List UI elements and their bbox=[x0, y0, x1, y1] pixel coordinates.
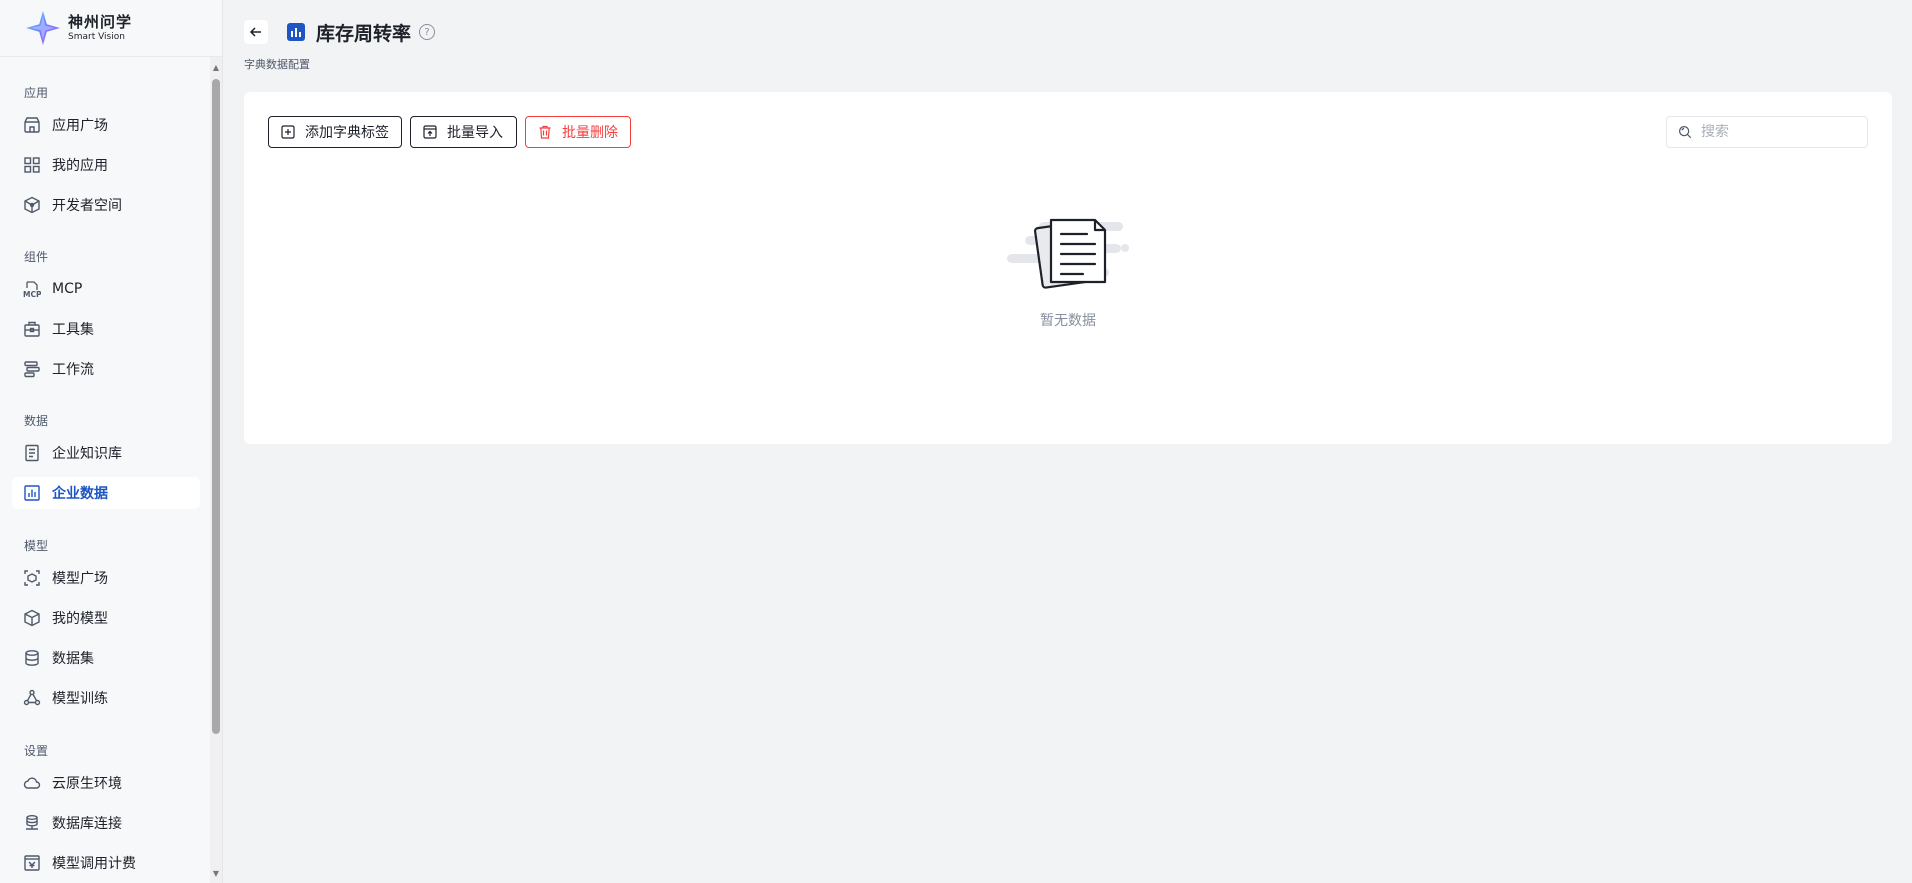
sidebar-item-label: 模型调用计费 bbox=[52, 856, 136, 872]
sidebar-scrollbar[interactable]: ▲ ▼ bbox=[210, 57, 222, 883]
mcp-icon: MCP bbox=[23, 280, 41, 298]
search-box[interactable] bbox=[1666, 116, 1868, 148]
nav-section-components: 组件 bbox=[24, 250, 49, 264]
svg-text:MCP: MCP bbox=[23, 290, 41, 298]
scroll-down-arrow-icon[interactable]: ▼ bbox=[212, 869, 220, 879]
search-icon bbox=[1677, 124, 1693, 140]
sidebar-item-label: 模型训练 bbox=[52, 691, 108, 707]
sidebar-item-toolset[interactable]: 工具集 bbox=[12, 313, 200, 345]
sidebar-item-workflow[interactable]: 工作流 bbox=[12, 353, 200, 385]
main-content: 库存周转率 ? 字典数据配置 添加字典标签 批量导入 批量删除 搜索 暂无数据 bbox=[224, 0, 1912, 883]
toolbox-icon bbox=[23, 320, 41, 338]
sidebar-item-label: 我的应用 bbox=[52, 158, 108, 174]
batch-import-button[interactable]: 批量导入 bbox=[410, 116, 517, 148]
nav-section-settings: 设置 bbox=[24, 744, 49, 758]
nav-section-apps: 应用 bbox=[24, 86, 49, 100]
bar-chart-title-icon bbox=[287, 23, 305, 41]
brand-diamond-icon bbox=[25, 10, 61, 46]
import-icon bbox=[423, 125, 437, 139]
box-icon bbox=[23, 609, 41, 627]
cube-network-icon bbox=[23, 196, 41, 214]
sidebar-item-label: 应用广场 bbox=[52, 118, 108, 134]
sidebar-item-label: 数据库连接 bbox=[52, 816, 122, 832]
sidebar-item-datasets[interactable]: 数据集 bbox=[12, 642, 200, 674]
sidebar-item-billing[interactable]: 模型调用计费 bbox=[12, 847, 200, 879]
plus-square-icon bbox=[281, 125, 295, 139]
help-icon[interactable]: ? bbox=[419, 24, 435, 40]
sidebar-item-enterprise-data[interactable]: 企业数据 bbox=[12, 477, 200, 509]
training-icon bbox=[23, 689, 41, 707]
empty-state-text: 暂无数据 bbox=[1040, 313, 1096, 329]
sidebar-item-label: 企业知识库 bbox=[52, 446, 122, 462]
database-icon bbox=[23, 649, 41, 667]
sidebar-nav: 应用 应用广场 我的应用 开发者空间 组件 MCP MCP 工具集 工作流 数据… bbox=[0, 57, 210, 883]
add-dictionary-tag-button[interactable]: 添加字典标签 bbox=[268, 116, 402, 148]
page-subtitle: 字典数据配置 bbox=[244, 58, 310, 71]
sidebar-item-app-store[interactable]: 应用广场 bbox=[12, 109, 200, 141]
nav-section-models: 模型 bbox=[24, 539, 49, 553]
sidebar-item-dev-space[interactable]: 开发者空间 bbox=[12, 189, 200, 221]
sidebar-item-label: 数据集 bbox=[52, 651, 94, 667]
content-card: 添加字典标签 批量导入 批量删除 搜索 暂无数据 bbox=[244, 92, 1892, 444]
model-scan-icon bbox=[23, 569, 41, 587]
store-icon bbox=[23, 116, 41, 134]
empty-state: 暂无数据 bbox=[244, 212, 1892, 330]
sidebar-item-db-connection[interactable]: 数据库连接 bbox=[12, 807, 200, 839]
sidebar-item-my-models[interactable]: 我的模型 bbox=[12, 602, 200, 634]
sidebar-item-label: 工作流 bbox=[52, 362, 94, 378]
arrow-left-icon bbox=[249, 27, 261, 37]
sidebar: 神州问学 Smart Vision 应用 应用广场 我的应用 开发者空间 组件 bbox=[0, 0, 223, 883]
sidebar-item-model-store[interactable]: 模型广场 bbox=[12, 562, 200, 594]
empty-document-icon bbox=[1007, 218, 1129, 289]
knowledge-base-icon bbox=[23, 444, 41, 462]
search-input[interactable] bbox=[1701, 124, 1861, 140]
add-dictionary-tag-label: 添加字典标签 bbox=[305, 125, 389, 141]
sidebar-item-label: 云原生环境 bbox=[52, 776, 122, 792]
batch-import-label: 批量导入 bbox=[447, 125, 503, 141]
sidebar-item-mcp[interactable]: MCP MCP bbox=[12, 273, 200, 305]
batch-delete-button[interactable]: 批量删除 bbox=[525, 116, 631, 148]
sidebar-item-label: 我的模型 bbox=[52, 611, 108, 627]
page-title: 库存周转率 bbox=[316, 23, 412, 45]
scrollbar-thumb[interactable] bbox=[212, 79, 220, 734]
sidebar-item-knowledge-base[interactable]: 企业知识库 bbox=[12, 437, 200, 469]
sidebar-item-cloud-env[interactable]: 云原生环境 bbox=[12, 767, 200, 799]
database-connect-icon bbox=[23, 814, 41, 832]
sidebar-item-label: MCP bbox=[52, 281, 83, 297]
sidebar-item-model-training[interactable]: 模型训练 bbox=[12, 682, 200, 714]
bar-chart-icon bbox=[23, 484, 41, 502]
brand-logo[interactable]: 神州问学 Smart Vision bbox=[24, 10, 132, 46]
sidebar-item-my-apps[interactable]: 我的应用 bbox=[12, 149, 200, 181]
trash-icon bbox=[538, 125, 552, 139]
scroll-up-arrow-icon[interactable]: ▲ bbox=[212, 63, 220, 73]
back-button[interactable] bbox=[244, 20, 268, 44]
sidebar-item-label: 模型广场 bbox=[52, 571, 108, 587]
billing-icon bbox=[23, 854, 41, 872]
brand-name-en: Smart Vision bbox=[68, 31, 125, 42]
nav-section-data: 数据 bbox=[24, 414, 49, 428]
batch-delete-label: 批量删除 bbox=[562, 125, 618, 141]
brand-name: 神州问学 bbox=[68, 12, 133, 31]
sidebar-item-label: 企业数据 bbox=[52, 486, 108, 502]
workflow-icon bbox=[23, 360, 41, 378]
grid-icon bbox=[23, 156, 41, 174]
sidebar-item-label: 开发者空间 bbox=[52, 198, 122, 214]
sidebar-item-label: 工具集 bbox=[52, 322, 94, 338]
cloud-icon bbox=[23, 774, 41, 792]
